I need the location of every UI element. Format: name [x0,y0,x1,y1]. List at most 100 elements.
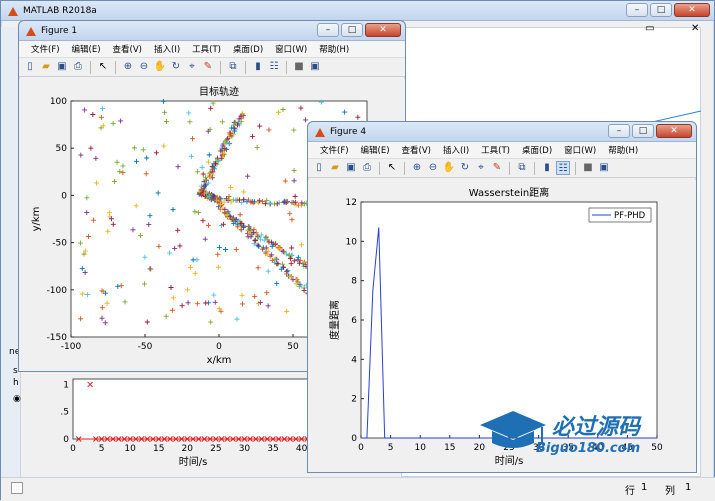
pan-hand-icon[interactable]: ✋ [153,60,167,74]
watermark: 必过源码 Biguo180.com [478,405,678,465]
menu-file[interactable]: 文件(F) [314,144,355,156]
y-tick-label: 50 [56,144,68,154]
y-tick-label: 10 [346,237,358,247]
figure4-menubar: 文件(F) 编辑(E) 查看(V) 插入(I) 工具(T) 桌面(D) 窗口(W… [308,142,696,159]
zoom-out-icon[interactable]: ⊖ [137,60,151,74]
select-arrow-icon[interactable]: ↖ [96,60,110,74]
figure1-close-button[interactable]: ✕ [365,23,401,37]
y-tick-label: 2 [351,395,357,405]
y-tick-label: 0 [63,435,69,445]
brush-icon[interactable]: ✎ [490,161,504,175]
menu-edit[interactable]: 编辑(E) [355,144,396,156]
plot-title: 目标轨迹 [199,85,239,98]
menu-window[interactable]: 窗口(W) [558,144,602,156]
data-cursor-icon[interactable]: ⌖ [474,161,488,175]
print-icon[interactable]: ⎙ [71,60,85,74]
status-row-value: 1 [641,482,648,493]
background-plot: 1 0.5 00 5 10 15 20 25 30 35 40 时间/s [61,378,314,468]
zoom-in-icon[interactable]: ⊕ [410,161,424,175]
menu-view[interactable]: 查看(V) [396,144,437,156]
menu-file[interactable]: 文件(F) [25,43,66,55]
save-icon[interactable]: ▣ [55,60,69,74]
menu-insert[interactable]: 插入(I) [437,144,475,156]
save-icon[interactable]: ▣ [344,161,358,175]
figure4-close-button[interactable]: ✕ [656,124,692,138]
figure4-maximize-button[interactable]: □ [632,124,654,138]
x-tick-label: -100 [61,342,82,352]
y-tick-label: 12 [346,198,357,208]
status-col-value: 1 [685,482,692,493]
figure1-maximize-button[interactable]: □ [341,23,363,37]
open-file-icon[interactable]: ▰ [39,60,53,74]
figure1-minimize-button[interactable]: – [317,23,339,37]
brush-icon[interactable]: ✎ [201,60,215,74]
menu-insert[interactable]: 插入(I) [148,43,186,55]
y-tick-label: 0.5 [61,408,69,418]
status-row-label: 行 [625,486,635,497]
left-strip-help-icon[interactable]: ◉ [13,394,21,404]
print-icon[interactable]: ⎙ [360,161,374,175]
legend-icon[interactable]: ☷ [556,161,570,175]
menu-desktop[interactable]: 桌面(D) [227,43,269,55]
main-window-title: MATLAB R2018a [23,5,97,16]
y-tick-label: 1 [63,380,69,390]
figure1-menubar: 文件(F) 编辑(E) 查看(V) 插入(I) 工具(T) 桌面(D) 窗口(W… [19,41,405,58]
legend-icon[interactable]: ☷ [267,60,281,74]
y-tick-label: 0 [351,434,357,444]
link-plot-icon[interactable]: ⧉ [226,60,240,74]
status-scroll-icon[interactable] [11,482,23,494]
x-tick-label: 40 [296,444,308,454]
figure4-minimize-button[interactable]: – [608,124,630,138]
menu-tools[interactable]: 工具(T) [186,43,227,55]
show-plot-tools-icon[interactable]: ▣ [308,60,322,74]
background-subwindow-close-icon[interactable]: ✕ [691,23,699,34]
x-tick-label: 10 [124,444,136,454]
menu-help[interactable]: 帮助(H) [602,144,644,156]
matlab-logo-icon [7,5,19,17]
figure4-toolbar: ▯ ▰ ▣ ⎙ ↖ ⊕ ⊖ ✋ ↻ ⌖ ✎ ⧉ ▮ ☷ ■ ▣ [308,159,696,178]
show-plot-tools-icon[interactable]: ▣ [597,161,611,175]
menu-help[interactable]: 帮助(H) [313,43,355,55]
x-axis-label: 时间/s [179,455,208,468]
zoom-in-icon[interactable]: ⊕ [121,60,135,74]
figure1-titlebar[interactable]: Figure 1 – □ ✕ [19,21,405,41]
menu-view[interactable]: 查看(V) [107,43,148,55]
menu-edit[interactable]: 编辑(E) [66,43,107,55]
hide-plot-tools-icon[interactable]: ■ [581,161,595,175]
maximize-button[interactable]: □ [650,3,672,17]
colorbar-icon[interactable]: ▮ [540,161,554,175]
minimize-button[interactable]: – [626,3,648,17]
y-tick-label: 0 [61,191,67,201]
hide-plot-tools-icon[interactable]: ■ [292,60,306,74]
left-strip-text-s: s [13,366,18,376]
link-plot-icon[interactable]: ⧉ [515,161,529,175]
figure4-titlebar[interactable]: Figure 4 – □ ✕ [308,122,696,142]
new-figure-icon[interactable]: ▯ [23,60,37,74]
y-tick-label: -150 [47,333,68,343]
y-tick-label: 100 [50,97,67,107]
zoom-out-icon[interactable]: ⊖ [426,161,440,175]
rotate-3d-icon[interactable]: ↻ [169,60,183,74]
select-arrow-icon[interactable]: ↖ [385,161,399,175]
background-collapse-icon[interactable]: ▭ [645,23,654,34]
menu-window[interactable]: 窗口(W) [269,43,313,55]
open-file-icon[interactable]: ▰ [328,161,342,175]
status-col-label: 列 [665,486,675,497]
new-figure-icon[interactable]: ▯ [312,161,326,175]
y-axis-label: 度量距离 [328,300,341,340]
close-button[interactable]: ✕ [674,3,710,17]
x-tick-label: 20 [182,444,194,454]
menu-tools[interactable]: 工具(T) [475,144,516,156]
pan-hand-icon[interactable]: ✋ [442,161,456,175]
colorbar-icon[interactable]: ▮ [251,60,265,74]
rotate-3d-icon[interactable]: ↻ [458,161,472,175]
x-tick-label: 10 [414,443,426,453]
x-tick-label: 25 [210,444,221,454]
plot-area [72,378,314,440]
main-titlebar[interactable]: MATLAB R2018a – □ ✕ [1,1,714,21]
menu-desktop[interactable]: 桌面(D) [516,144,558,156]
x-tick-label: 15 [444,443,455,453]
x-tick-label: -50 [138,342,153,352]
data-cursor-icon[interactable]: ⌖ [185,60,199,74]
figure1-title: Figure 1 [41,25,78,36]
